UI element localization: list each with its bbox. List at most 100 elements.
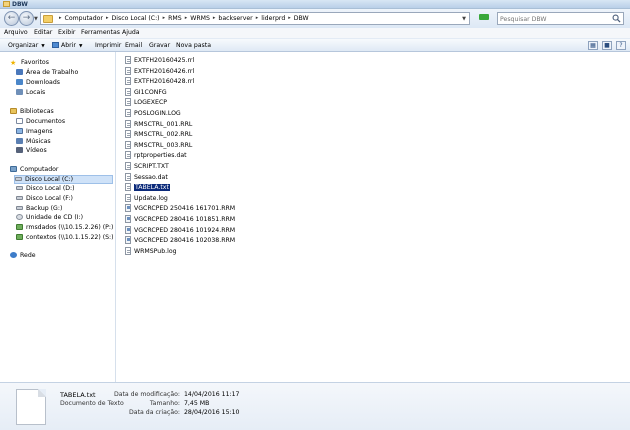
breadcrumb-item[interactable]: WRMS	[190, 15, 210, 22]
file-icon	[125, 140, 131, 149]
file-item[interactable]: EXTFH20160425.rrl	[125, 56, 194, 65]
print-button[interactable]: Imprimir	[95, 42, 121, 49]
file-icon	[125, 119, 131, 128]
breadcrumb-separator-icon[interactable]: ▸	[106, 15, 109, 22]
chevron-down-icon: ▼	[41, 44, 45, 49]
music-icon	[16, 138, 23, 144]
nav-favorites[interactable]: ★ Favoritos	[10, 59, 120, 68]
nav-item-drive-d[interactable]: Disco Local (D:)	[16, 185, 126, 194]
breadcrumb-item[interactable]: Disco Local (C:)	[112, 15, 160, 22]
menu-arquivo[interactable]: Arquivo	[4, 29, 28, 36]
detail-created-label: Data da criação:	[129, 409, 180, 416]
breadcrumb-separator-icon[interactable]: ▸	[59, 15, 62, 22]
file-item[interactable]: GI1CONFG	[125, 87, 167, 97]
drive-icon	[16, 186, 23, 190]
file-icon	[125, 246, 131, 255]
file-item[interactable]: RMSCTRL_003.RRL	[125, 140, 192, 150]
search-input[interactable]	[500, 14, 610, 24]
menu-ferramentas[interactable]: Ferramentas	[81, 29, 120, 36]
command-bar: Organizar ▼ Abrir ▼ Imprimir Email Gravar …	[0, 38, 630, 52]
file-item[interactable]: EXTFH20160426.rrl	[125, 66, 194, 76]
nav-computer[interactable]: Computador	[10, 166, 120, 175]
file-item[interactable]: SCRIPT.TXT	[125, 162, 169, 171]
nav-item-documents[interactable]: Documentos	[16, 118, 126, 127]
nav-item-desktop[interactable]: Área de Trabalho	[16, 69, 126, 78]
file-item[interactable]: VGCRCPED 280416 102038.RRM	[125, 236, 235, 245]
file-item[interactable]: LOGEXECP	[125, 98, 167, 107]
detail-created-value: 28/04/2016 15:10	[184, 409, 240, 416]
help-icon[interactable]: ?	[616, 41, 626, 50]
email-button[interactable]: Email	[125, 42, 142, 49]
file-item[interactable]: rptproperties.dat	[125, 151, 187, 160]
back-button[interactable]: ←	[4, 11, 19, 26]
nav-item-videos[interactable]: Vídeos	[16, 147, 126, 156]
detail-modified-label: Data de modificação:	[113, 391, 180, 398]
detail-size-value: 7,45 MB	[184, 400, 210, 407]
file-list: EXTFH20160425.rrl EXTFH20160426.rrl EXTFH2…	[117, 52, 630, 382]
nav-item-downloads[interactable]: Downloads	[16, 79, 126, 88]
breadcrumb-separator-icon[interactable]: ▸	[185, 15, 188, 22]
refresh-button[interactable]	[473, 12, 495, 25]
nav-item-drive-f[interactable]: Disco Local (F:)	[16, 195, 126, 204]
file-item[interactable]: Update.log	[125, 193, 168, 203]
detail-size-label: Tamanho:	[149, 400, 180, 407]
breadcrumb-item[interactable]: liderprd	[261, 15, 285, 22]
nav-label: Unidade de CD (I:)	[26, 214, 84, 221]
nav-network[interactable]: Rede	[10, 252, 120, 261]
breadcrumb-separator-icon[interactable]: ▸	[288, 15, 291, 22]
nav-item-music[interactable]: Músicas	[16, 138, 126, 147]
menu-exibir[interactable]: Exibir	[58, 29, 75, 36]
file-item[interactable]: TABELA.txt	[125, 183, 170, 192]
open-icon	[52, 42, 59, 48]
breadcrumb-item[interactable]: RMS	[168, 15, 182, 22]
file-name: WRMSPub.log	[134, 247, 177, 255]
nav-label: Imagens	[26, 128, 53, 135]
file-item[interactable]: RMSCTRL_001.RRL	[125, 119, 192, 129]
nav-item-cd-drive[interactable]: Unidade de CD (I:)	[16, 214, 126, 223]
file-item[interactable]: RMSCTRL_002.RRL	[125, 130, 192, 139]
breadcrumb-item[interactable]: DBW	[294, 15, 309, 22]
file-item[interactable]: WRMSPub.log	[125, 246, 177, 256]
file-icon	[125, 151, 131, 160]
search-box[interactable]	[497, 12, 624, 25]
file-name: Sessao.dat	[134, 173, 168, 181]
nav-libraries[interactable]: Bibliotecas	[10, 108, 120, 117]
nav-item-drive-p[interactable]: rmsdados (\\10.15.2.26) (P:)	[16, 224, 126, 233]
nav-item-drive-s[interactable]: contextos (\\10.1.15.22) (S:)	[16, 234, 126, 243]
file-item[interactable]: EXTFH20160428.rrl	[125, 77, 194, 86]
file-icon	[125, 215, 131, 223]
network-icon	[10, 252, 17, 258]
address-bar[interactable]: ▸ Computador ▸ Disco Local (C:) ▸ RMS ▸ WRMS ▸ ba…	[40, 12, 470, 25]
breadcrumb-item[interactable]: Computador	[65, 15, 103, 22]
search-icon[interactable]	[612, 14, 621, 23]
breadcrumb-separator-icon[interactable]: ▸	[256, 15, 259, 22]
organize-button[interactable]: Organizar ▼	[8, 42, 45, 49]
view-controls: ▦ ■ ?	[588, 41, 626, 50]
file-item[interactable]: Sessao.dat	[125, 172, 168, 182]
breadcrumb-separator-icon[interactable]: ▸	[163, 15, 166, 22]
menu-editar[interactable]: Editar	[34, 29, 52, 36]
nav-item-places[interactable]: Locais	[16, 89, 126, 98]
window-title: DBW	[12, 1, 28, 8]
nav-item-drive-g[interactable]: Backup (G:)	[16, 205, 126, 214]
nav-item-drive-c[interactable]: Disco Local (C:)	[14, 175, 113, 184]
history-dropdown-icon[interactable]: ▼	[34, 16, 38, 22]
nav-label: Músicas	[26, 138, 51, 145]
chevron-down-icon[interactable]: ▼	[462, 16, 466, 22]
new-folder-button[interactable]: Nova pasta	[176, 42, 211, 49]
preview-pane-icon[interactable]: ■	[602, 41, 612, 50]
breadcrumb-separator-icon[interactable]: ▸	[213, 15, 216, 22]
file-item[interactable]: POSLOGIN.LOG	[125, 109, 181, 118]
file-item[interactable]: VGCRCPED 280416 101924.RRM	[125, 225, 235, 235]
view-options-icon[interactable]: ▦	[588, 41, 598, 50]
breadcrumb-item[interactable]: backserver	[218, 15, 252, 22]
file-name: TABELA.txt	[134, 184, 170, 192]
open-button[interactable]: Abrir ▼	[52, 42, 82, 49]
menu-ajuda[interactable]: Ajuda	[122, 29, 140, 36]
forward-button[interactable]: →	[19, 11, 34, 26]
nav-item-images[interactable]: Imagens	[16, 128, 126, 137]
file-name: SCRIPT.TXT	[134, 163, 169, 170]
burn-button[interactable]: Gravar	[149, 42, 170, 49]
file-item[interactable]: VGCRCPED 280416 101851.RRM	[125, 215, 235, 224]
file-item[interactable]: VGCRCPED 250416 161701.RRM	[125, 204, 235, 213]
